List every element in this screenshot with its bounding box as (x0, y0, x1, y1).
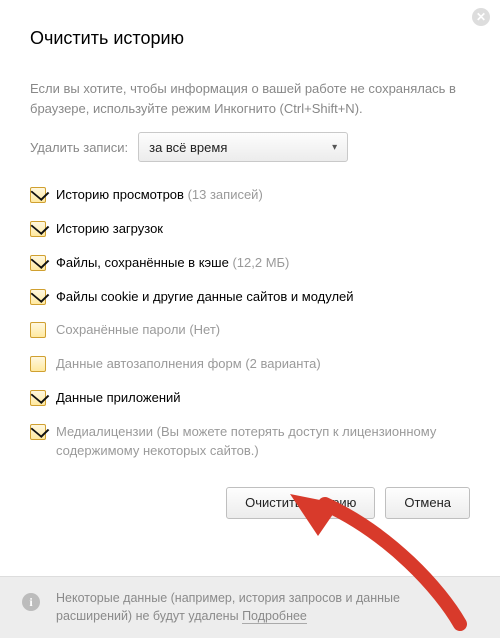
option-label: Данные приложений (56, 390, 181, 405)
option-checkbox[interactable] (30, 356, 46, 372)
option-row: Файлы cookie и другие данные сайтов и мо… (30, 288, 470, 307)
dialog-title: Очистить историю (30, 28, 470, 49)
option-row: Данные приложений (30, 389, 470, 408)
time-range-value: за всё время (149, 140, 227, 155)
option-label: Историю загрузок (56, 221, 163, 236)
option-checkbox[interactable] (30, 424, 46, 440)
option-label: Сохранённые пароли (56, 322, 186, 337)
option-text: Историю просмотров (13 записей) (56, 186, 263, 205)
option-text: Сохранённые пароли (Нет) (56, 321, 220, 340)
option-row: Данные автозаполнения форм (2 варианта) (30, 355, 470, 374)
option-checkbox[interactable] (30, 322, 46, 338)
options-list: Историю просмотров (13 записей) Историю з… (30, 186, 470, 461)
option-text: Медиалицензии (Вы можете потерять доступ… (56, 423, 470, 461)
option-text: Данные автозаполнения форм (2 варианта) (56, 355, 321, 374)
option-label: Файлы, сохранённые в кэше (56, 255, 229, 270)
time-range-label: Удалить записи: (30, 140, 128, 155)
option-text: Файлы, сохранённые в кэше (12,2 МБ) (56, 254, 289, 273)
option-label: Данные автозаполнения форм (56, 356, 242, 371)
option-hint: (Нет) (189, 322, 220, 337)
clear-history-button[interactable]: Очистить историю (226, 487, 375, 519)
option-checkbox[interactable] (30, 221, 46, 237)
option-label: Историю просмотров (56, 187, 184, 202)
option-hint: (2 варианта) (245, 356, 320, 371)
intro-text: Если вы хотите, чтобы информация о вашей… (30, 79, 470, 118)
option-row: Историю загрузок (30, 220, 470, 239)
cancel-button[interactable]: Отмена (385, 487, 470, 519)
option-checkbox[interactable] (30, 390, 46, 406)
close-icon[interactable]: ✕ (472, 8, 490, 26)
option-row: Историю просмотров (13 записей) (30, 186, 470, 205)
option-text: Историю загрузок (56, 220, 163, 239)
time-range-row: Удалить записи: за всё время ▾ (30, 132, 470, 162)
option-label: Медиалицензии (56, 424, 153, 439)
option-checkbox[interactable] (30, 187, 46, 203)
option-text: Файлы cookie и другие данные сайтов и мо… (56, 288, 354, 307)
time-range-select[interactable]: за всё время ▾ (138, 132, 348, 162)
option-hint: (13 записей) (188, 187, 263, 202)
footer-note: i Некоторые данные (например, история за… (0, 576, 500, 638)
chevron-down-icon: ▾ (332, 142, 337, 153)
learn-more-link[interactable]: Подробнее (242, 609, 307, 624)
option-checkbox[interactable] (30, 255, 46, 271)
option-row: Сохранённые пароли (Нет) (30, 321, 470, 340)
option-hint: (12,2 МБ) (232, 255, 289, 270)
option-row: Медиалицензии (Вы можете потерять доступ… (30, 423, 470, 461)
footer-text: Некоторые данные (например, история запр… (56, 591, 400, 624)
dialog-actions: Очистить историю Отмена (30, 481, 470, 539)
option-text: Данные приложений (56, 389, 181, 408)
option-label: Файлы cookie и другие данные сайтов и мо… (56, 289, 354, 304)
option-checkbox[interactable] (30, 289, 46, 305)
info-icon: i (22, 593, 40, 611)
option-row: Файлы, сохранённые в кэше (12,2 МБ) (30, 254, 470, 273)
